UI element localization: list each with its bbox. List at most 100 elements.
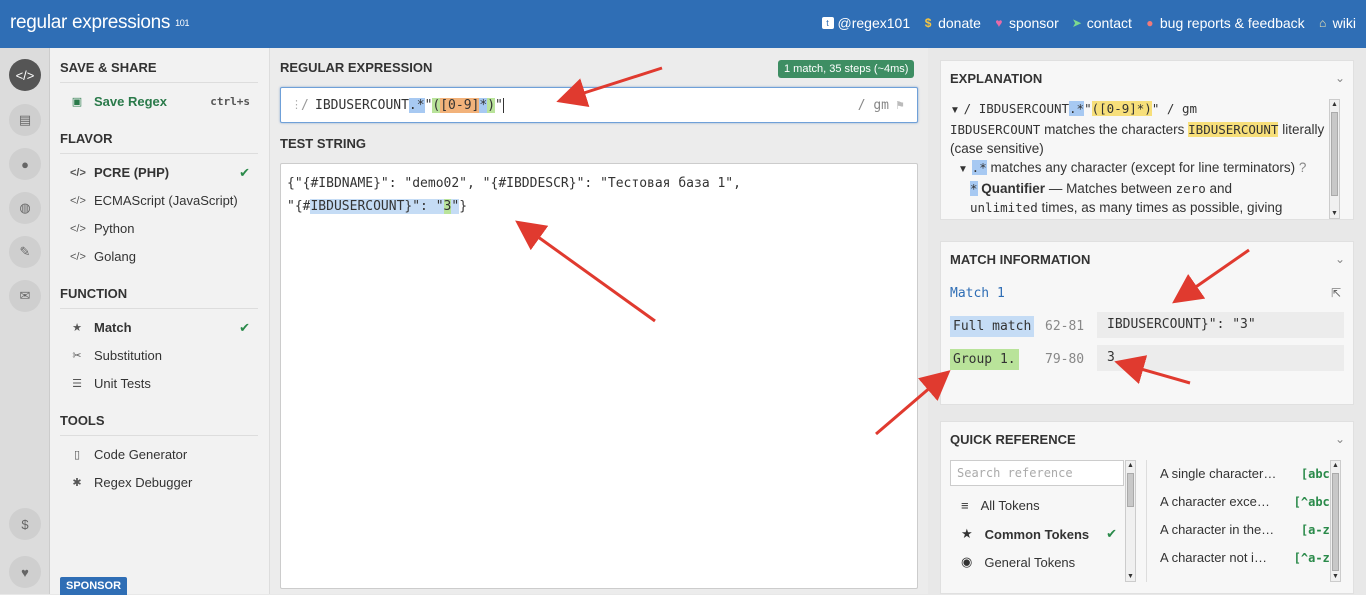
main-editor: REGULAR EXPRESSION 1 match, 35 steps (~4… (270, 48, 928, 594)
group-1-value: 3 (1097, 345, 1344, 371)
right-column: EXPLANATION ⌄ ▼ / IBDUSERCOUNT.*"([0-9]*… (928, 48, 1366, 594)
match-badge: 1 match, 35 steps (~4ms) (778, 60, 915, 78)
explanation-content: ▼ / IBDUSERCOUNT.*"([0-9]*)" / gm IBDUSE… (950, 101, 1325, 215)
sponsor-link[interactable]: ♥ sponsor (993, 15, 1058, 31)
scissors-icon: ✂ (72, 350, 82, 362)
match-label: Match 1 (950, 286, 1005, 301)
logo[interactable]: regular expressions 101 (10, 12, 190, 34)
chevron-down-icon[interactable]: ⌄ (1335, 71, 1345, 85)
flavor-python[interactable]: </> Python (70, 221, 250, 236)
star-icon: ★ (961, 526, 973, 541)
dollar-icon[interactable]: $ (9, 508, 41, 540)
test-string-title: TEST STRING (280, 136, 366, 151)
library-icon[interactable]: ▤ (9, 104, 41, 136)
group-1-range: 79-80 (1045, 352, 1085, 367)
file-code-icon: ▯ (73, 449, 81, 461)
save-regex-button[interactable]: ▣ Save Regex ctrl+s (70, 94, 250, 109)
ref-item[interactable]: A character not i… (1160, 550, 1267, 565)
check-icon: ✔ (239, 164, 250, 180)
gamepad-icon[interactable]: ◍ (9, 192, 41, 224)
chat-icon[interactable]: ✉ (9, 280, 41, 312)
code-icon: </> (70, 166, 86, 179)
divider (1146, 460, 1147, 582)
top-bar: regular expressions 101 t @regex101 $ dona… (0, 0, 1366, 48)
code-icon: </> (70, 194, 86, 207)
twitter-icon: t (821, 17, 834, 29)
wiki-link[interactable]: ⌂ wiki (1317, 15, 1356, 31)
heart-icon[interactable]: ♥ (9, 556, 41, 588)
code-icon: </> (70, 222, 86, 235)
flavor-golang[interactable]: </> Golang (70, 249, 250, 264)
scroll-down-icon[interactable]: ▼ (1330, 209, 1339, 218)
function-unit-tests[interactable]: ☰ Unit Tests (70, 376, 250, 391)
wrench-icon[interactable]: ✎ (9, 236, 41, 268)
test-string-text: {"{#IBDNAME}": "demo02", "{#IBDDESCR}": … (287, 176, 741, 214)
scroll-thumb[interactable] (1127, 473, 1134, 507)
ref-item[interactable]: A character in the… (1160, 522, 1274, 537)
tool-code-generator[interactable]: ▯ Code Generator (70, 447, 250, 462)
check-icon: ✔ (1106, 526, 1117, 541)
list-icon: ☰ (72, 378, 82, 390)
scroll-thumb[interactable] (1331, 112, 1338, 196)
quick-reference-panel: QUICK REFERENCE ⌄ Search reference ▲ ▼ ≡… (940, 421, 1354, 594)
top-links: t @regex101 $ donate ♥ sponsor ➤ contact ● bu… (821, 15, 1356, 31)
search-reference-input[interactable]: Search reference (950, 460, 1124, 486)
category-common-tokens[interactable]: ★ Common Tokens ✔ (961, 526, 1117, 542)
star-icon: ★ (72, 322, 82, 334)
function-match[interactable]: ★ Match ✔ (70, 319, 250, 336)
save-icon: ▣ (71, 96, 83, 108)
flavor-heading: FLAVOR (60, 131, 258, 154)
quick-reference-title: QUICK REFERENCE (950, 432, 1076, 447)
regex-expression[interactable]: IBDUSERCOUNT.*"([0-9]*)" (315, 98, 504, 113)
full-match-label: Full match (950, 316, 1035, 337)
icon-rail: </> ▤ ● ◍ ✎ ✉ $ ♥ (0, 48, 50, 594)
save-share-heading: SAVE & SHARE (60, 60, 258, 83)
scroll-down-icon[interactable]: ▼ (1126, 572, 1135, 581)
share-icon[interactable]: ⇱ (1331, 286, 1341, 300)
check-icon: ✔ (239, 319, 250, 335)
scroll-thumb[interactable] (1332, 473, 1339, 571)
ref-item[interactable]: A character exce… (1160, 494, 1270, 509)
reference-scrollbar[interactable]: ▲ ▼ (1330, 460, 1341, 582)
user-icon[interactable]: ● (9, 148, 41, 180)
function-heading: FUNCTION (60, 286, 258, 309)
flavor-pcre[interactable]: </> PCRE (PHP) ✔ (70, 164, 250, 181)
function-substitution[interactable]: ✂ Substitution (70, 348, 250, 363)
bank-icon: ⌂ (1319, 16, 1327, 30)
full-match-range: 62-81 (1045, 319, 1085, 334)
chevron-down-icon[interactable]: ⌄ (1335, 432, 1345, 446)
regex-input[interactable]: ⋮ / IBDUSERCOUNT.*"([0-9]*)" / gm ⚑ (280, 87, 918, 123)
regex-delimiter: / (301, 98, 309, 113)
bug-reports-link[interactable]: ● bug reports & feedback (1144, 15, 1304, 31)
scroll-up-icon[interactable]: ▲ (1126, 461, 1135, 470)
flag-icon[interactable]: ⚑ (895, 99, 907, 112)
flavor-ecmascript[interactable]: </> ECMAScript (JavaScript) (70, 193, 250, 208)
category-all-tokens[interactable]: ≡ All Tokens (961, 498, 1117, 513)
contact-link[interactable]: ➤ contact (1071, 15, 1132, 31)
ref-item[interactable]: A single character… (1160, 466, 1276, 481)
match-info-title: MATCH INFORMATION (950, 252, 1091, 267)
sidebar: SAVE & SHARE ▣ Save Regex ctrl+s FLAVOR … (50, 48, 270, 594)
bug-icon: ✱ (72, 477, 82, 489)
explanation-panel: EXPLANATION ⌄ ▼ / IBDUSERCOUNT.*"([0-9]*… (940, 60, 1354, 220)
match-info-panel: MATCH INFORMATION ⌄ Match 1 ⇱ Full match… (940, 241, 1354, 405)
heart-icon: ♥ (995, 16, 1003, 30)
category-scrollbar[interactable]: ▲ ▼ (1125, 460, 1136, 582)
tools-heading: TOOLS (60, 413, 258, 436)
chevron-down-icon[interactable]: ⌄ (1335, 252, 1345, 266)
code-icon: </> (70, 250, 86, 263)
scroll-up-icon[interactable]: ▲ (1330, 100, 1339, 109)
scroll-up-icon[interactable]: ▲ (1331, 461, 1340, 470)
explanation-scrollbar[interactable]: ▲ ▼ (1329, 99, 1340, 219)
twitter-link[interactable]: t @regex101 (821, 15, 910, 31)
full-match-value: IBDUSERCOUNT}": "3" (1097, 312, 1344, 338)
donate-link[interactable]: $ donate (922, 15, 981, 31)
regex-flags[interactable]: / gm (858, 98, 889, 113)
category-general-tokens[interactable]: ◉ General Tokens (961, 554, 1117, 570)
tool-regex-debugger[interactable]: ✱ Regex Debugger (70, 475, 250, 490)
regex-title: REGULAR EXPRESSION (280, 60, 433, 75)
code-icon[interactable]: </> (9, 59, 41, 91)
test-string-input[interactable]: {"{#IBDNAME}": "demo02", "{#IBDDESCR}": … (280, 163, 918, 589)
scroll-down-icon[interactable]: ▼ (1331, 572, 1340, 581)
bug-icon: ● (1146, 16, 1154, 30)
